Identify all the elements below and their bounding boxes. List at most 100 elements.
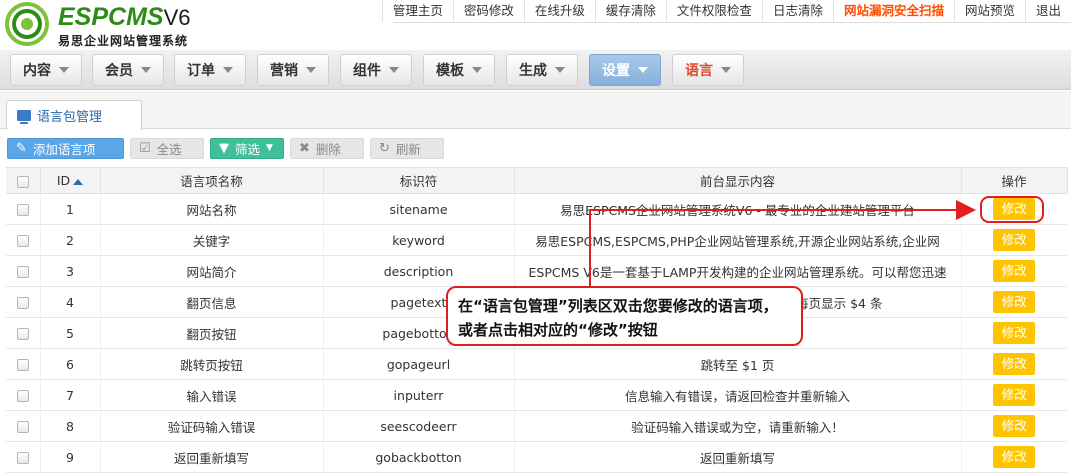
row-checkbox[interactable] bbox=[16, 204, 29, 216]
refresh-icon: ↻ bbox=[379, 141, 390, 156]
chevron-down-icon bbox=[638, 67, 648, 73]
header-name: 语言项名称 bbox=[99, 167, 324, 194]
top-link-home[interactable]: 管理主页 bbox=[381, 0, 453, 22]
annotation-callout: 在“语言包管理”列表区双击您要修改的语言项，或者点击相对应的“修改”按钮 bbox=[446, 286, 803, 346]
cell-key: keyword bbox=[322, 224, 514, 256]
row-checkbox[interactable] bbox=[16, 452, 29, 464]
checkbox[interactable] bbox=[16, 175, 29, 188]
cell-key: inputerr bbox=[322, 379, 514, 411]
cell-content: ESPCMS V6是一套基于LAMP开发构建的企业网站管理系统。可以帮您迅速 bbox=[513, 255, 961, 287]
toolbar: ✎ 添加语言项 ☑ 全选 ▼ 筛选 ▼ ✖ 删除 ↻ 刷新 bbox=[0, 129, 1071, 167]
delete-button[interactable]: ✖ 删除 bbox=[290, 138, 364, 159]
cell-name: 输入错误 bbox=[99, 379, 323, 411]
chevron-down-icon bbox=[59, 67, 69, 73]
tab-components[interactable]: 组件 bbox=[340, 54, 412, 86]
filter-button[interactable]: ▼ 筛选 ▼ bbox=[210, 138, 284, 159]
checkbox-icon: ☑ bbox=[139, 141, 151, 156]
top-links: 管理主页 密码修改 在线升级 缓存清除 文件权限检查 日志清除 网站漏洞安全扫描… bbox=[381, 0, 1071, 22]
edit-button[interactable]: 修改 bbox=[993, 260, 1036, 282]
cell-content: 验证码输入错误或为空，请重新输入！ bbox=[513, 410, 961, 442]
top-link-logout[interactable]: 退出 bbox=[1024, 0, 1071, 22]
cell-id: 9 bbox=[39, 441, 100, 473]
table-row[interactable]: 2 关键字 keyword 易思ESPCMS,ESPCMS,PHP企业网站管理系… bbox=[6, 224, 1067, 256]
cell-id: 8 bbox=[39, 410, 100, 442]
tab-language-pack-management[interactable]: 语言包管理 bbox=[6, 100, 142, 130]
row-checkbox[interactable] bbox=[16, 297, 29, 309]
cell-key: description bbox=[322, 255, 514, 287]
main-nav: 内容 会员 订单 营销 组件 模板 生成 设置 语言 bbox=[0, 50, 1071, 90]
cell-id: 5 bbox=[39, 317, 100, 349]
cell-name: 关键字 bbox=[99, 224, 323, 256]
table-row[interactable]: 1 网站名称 sitename 易思ESPCMS企业网站管理系统V6 - 最专业… bbox=[6, 193, 1067, 225]
edit-button[interactable]: 修改 bbox=[993, 322, 1036, 344]
row-checkbox[interactable] bbox=[16, 359, 29, 371]
top-link-clear-cache[interactable]: 缓存清除 bbox=[594, 0, 666, 22]
chevron-down-icon bbox=[389, 67, 399, 73]
espcms-logo-icon bbox=[5, 2, 49, 46]
chevron-down-icon bbox=[472, 67, 482, 73]
edit-button[interactable]: 修改 bbox=[993, 291, 1036, 313]
top-link-clear-log[interactable]: 日志清除 bbox=[761, 0, 833, 22]
edit-icon: ✎ bbox=[16, 141, 27, 156]
brand-subtitle: 易思企业网站管理系统 bbox=[58, 34, 189, 48]
select-all-button[interactable]: ☑ 全选 bbox=[130, 138, 204, 159]
row-checkbox[interactable] bbox=[16, 328, 29, 340]
tab-settings[interactable]: 设置 bbox=[589, 54, 661, 86]
chevron-down-icon bbox=[721, 67, 731, 73]
funnel-icon: ▼ bbox=[219, 141, 229, 156]
cell-name: 翻页信息 bbox=[99, 286, 323, 318]
cell-name: 验证码输入错误 bbox=[99, 410, 323, 442]
add-language-item-button[interactable]: ✎ 添加语言项 bbox=[7, 138, 124, 159]
table-row[interactable]: 3 网站简介 description ESPCMS V6是一套基于LAMP开发构… bbox=[6, 255, 1067, 287]
chevron-down-icon bbox=[141, 67, 151, 73]
tab-language[interactable]: 语言 bbox=[672, 54, 744, 86]
tab-marketing[interactable]: 营销 bbox=[257, 54, 329, 86]
cell-content: 跳转至 $1 页 bbox=[513, 348, 961, 380]
edit-button[interactable]: 修改 bbox=[993, 229, 1036, 251]
edit-button[interactable]: 修改 bbox=[993, 446, 1036, 468]
table-row[interactable]: 8 验证码输入错误 seescodeerr 验证码输入错误或为空，请重新输入！ … bbox=[6, 410, 1067, 442]
tab-orders[interactable]: 订单 bbox=[174, 54, 246, 86]
row-checkbox[interactable] bbox=[16, 390, 29, 402]
top-link-preview[interactable]: 网站预览 bbox=[953, 0, 1025, 22]
top-link-upgrade[interactable]: 在线升级 bbox=[523, 0, 595, 22]
cell-id: 2 bbox=[39, 224, 100, 256]
top-link-permission-check[interactable]: 文件权限检查 bbox=[665, 0, 762, 22]
cell-id: 7 bbox=[39, 379, 100, 411]
cell-name: 跳转页按钮 bbox=[99, 348, 323, 380]
tab-members[interactable]: 会员 bbox=[92, 54, 164, 86]
top-links-divider bbox=[393, 22, 1071, 23]
tab-generate[interactable]: 生成 bbox=[506, 54, 578, 86]
panel-tab-bar: 语言包管理 bbox=[0, 91, 1071, 130]
edit-button[interactable]: 修改 bbox=[993, 415, 1036, 437]
header-select-all[interactable] bbox=[6, 167, 41, 194]
row-checkbox[interactable] bbox=[16, 235, 29, 247]
chevron-down-icon bbox=[223, 67, 233, 73]
cell-key: gobackbotton bbox=[322, 441, 514, 473]
edit-button[interactable]: 修改 bbox=[993, 198, 1036, 220]
cell-content: 返回重新填写 bbox=[513, 441, 961, 473]
panel-tab-label: 语言包管理 bbox=[37, 110, 103, 125]
table-header-row: ID 语言项名称 标识符 前台显示内容 操作 bbox=[6, 167, 1068, 194]
cell-name: 网站简介 bbox=[99, 255, 323, 287]
refresh-button[interactable]: ↻ 刷新 bbox=[370, 138, 444, 159]
row-checkbox[interactable] bbox=[16, 421, 29, 433]
tab-content[interactable]: 内容 bbox=[10, 54, 82, 86]
tab-templates[interactable]: 模板 bbox=[423, 54, 495, 86]
edit-button[interactable]: 修改 bbox=[993, 384, 1036, 406]
cell-key: sitename bbox=[322, 193, 514, 225]
cell-id: 4 bbox=[39, 286, 100, 318]
top-link-password[interactable]: 密码修改 bbox=[452, 0, 524, 22]
cell-name: 翻页按钮 bbox=[99, 317, 323, 349]
cell-name: 网站名称 bbox=[99, 193, 323, 225]
table-row[interactable]: 7 输入错误 inputerr 信息输入有错误，请返回检查并重新输入 修改 bbox=[6, 379, 1067, 411]
cell-id: 6 bbox=[39, 348, 100, 380]
edit-button[interactable]: 修改 bbox=[993, 353, 1036, 375]
chevron-down-icon: ▼ bbox=[266, 143, 273, 153]
header-content: 前台显示内容 bbox=[513, 167, 962, 194]
row-checkbox[interactable] bbox=[16, 266, 29, 278]
top-link-security-scan[interactable]: 网站漏洞安全扫描 bbox=[832, 0, 954, 22]
table-row[interactable]: 6 跳转页按钮 gopageurl 跳转至 $1 页 修改 bbox=[6, 348, 1067, 380]
table-row[interactable]: 9 返回重新填写 gobackbotton 返回重新填写 修改 bbox=[6, 441, 1067, 473]
header-id[interactable]: ID bbox=[39, 167, 101, 194]
